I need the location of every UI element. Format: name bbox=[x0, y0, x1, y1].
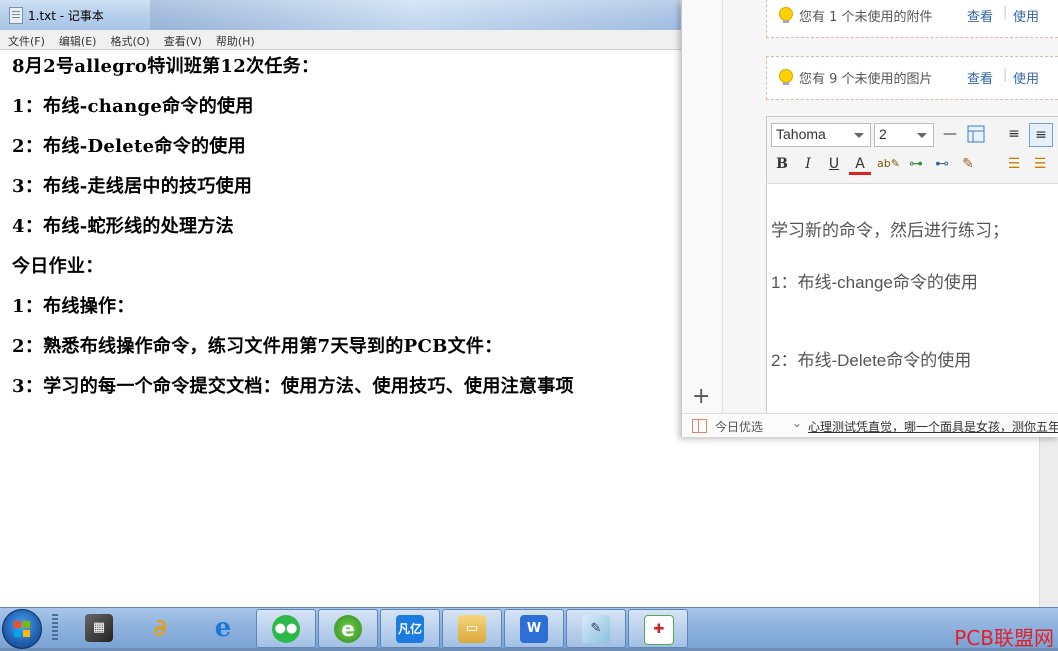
add-icon[interactable]: + bbox=[692, 386, 710, 408]
wps-app-icon: W bbox=[520, 615, 548, 643]
file-explorer-button[interactable]: ▭ bbox=[442, 609, 502, 648]
fanyi-app-button[interactable]: 凡亿 bbox=[380, 609, 440, 648]
notepad-icon bbox=[9, 7, 23, 24]
highlight-icon[interactable]: ab✎ bbox=[877, 153, 900, 175]
text-line: 3：学习的每一个命令提交文档：使用方法、使用技巧、使用注意事项 bbox=[12, 376, 574, 397]
wps-app-button[interactable]: W bbox=[504, 609, 564, 648]
folder-icon: ▭ bbox=[458, 615, 486, 643]
bold-icon[interactable]: B bbox=[771, 153, 793, 175]
text-line: 2：熟悉布线操作命令，练习文件用第7天导到的PCB文件： bbox=[12, 336, 503, 357]
wechat-icon: ●● bbox=[272, 615, 300, 643]
unlink-icon[interactable]: ⊷ bbox=[931, 153, 953, 175]
media-app-icon: ▦ bbox=[85, 614, 113, 642]
footer-label: 今日优选 bbox=[715, 420, 764, 434]
unused-images-notice: 您有 9 个未使用的图片 查看 | 使用 bbox=[766, 56, 1058, 100]
menu-help[interactable]: 帮助(H) bbox=[208, 31, 261, 49]
media-app-button[interactable]: ▦ bbox=[70, 609, 128, 646]
start-orb[interactable] bbox=[2, 609, 42, 649]
360-browser-icon: e bbox=[334, 615, 362, 643]
mail-compose-panel: 您有 1 个未使用的附件 查看 | 使用 您有 9 个未使用的图片 查看 | 使… bbox=[681, 0, 1058, 437]
title-bar-background bbox=[150, 0, 680, 30]
italic-icon[interactable]: I bbox=[797, 153, 819, 175]
fanyi-app-icon: 凡亿 bbox=[396, 615, 424, 643]
windows-logo-icon bbox=[14, 621, 30, 637]
chevron-down-icon[interactable]: ⌄ bbox=[792, 416, 802, 430]
gift-icon bbox=[692, 419, 707, 433]
editor-content[interactable]: 学习新的命令，然后进行练习； 1：布线-change命令的使用 2：布线-Del… bbox=[767, 184, 1058, 417]
notepad-app-icon: ✎ bbox=[582, 615, 610, 643]
left-gutter bbox=[682, 0, 723, 413]
menu-view[interactable]: 查看(V) bbox=[156, 31, 208, 49]
ie-browser-button[interactable]: e bbox=[194, 609, 252, 646]
qq-app-button[interactable]: ∂ bbox=[131, 609, 189, 646]
editor-toolbar: Tahoma 2 — ≡ ≡ B I U A ab✎ ⊶ ⊷ ✎ ☰ ☰ bbox=[767, 117, 1058, 184]
text-line: 1：布线操作： bbox=[12, 296, 135, 317]
view-images-link[interactable]: 查看 bbox=[967, 68, 993, 87]
editor-line: 学习新的命令，然后进行练习； bbox=[771, 221, 1009, 240]
rich-text-editor: Tahoma 2 — ≡ ≡ B I U A ab✎ ⊶ ⊷ ✎ ☰ ☰ 学习新… bbox=[766, 116, 1058, 418]
text-line: 3：布线-走线居中的技巧使用 bbox=[12, 176, 253, 197]
qq-app-icon: ∂ bbox=[153, 614, 167, 642]
menu-edit[interactable]: 编辑(E) bbox=[51, 31, 103, 49]
align-left-icon[interactable]: ≡ bbox=[1029, 123, 1053, 147]
attachments-message: 您有 1 个未使用的附件 bbox=[799, 10, 933, 25]
link-separator: | bbox=[1003, 67, 1008, 82]
view-attachments-link[interactable]: 查看 bbox=[967, 6, 993, 25]
menu-file[interactable]: 文件(F) bbox=[0, 31, 51, 49]
ie-browser-icon: e bbox=[214, 613, 232, 643]
360-browser-button[interactable]: e bbox=[318, 609, 378, 648]
editor-line: 1：布线-change命令的使用 bbox=[771, 273, 978, 292]
list2-icon[interactable]: ☰ bbox=[1029, 153, 1051, 175]
footer-ad-link[interactable]: 心理测试凭直觉，哪一个面具是女孩，测你五年 bbox=[808, 418, 1058, 435]
use-attachments-link[interactable]: 使用 bbox=[1013, 6, 1039, 25]
notepad-title: 1.txt - 记事本 bbox=[28, 9, 104, 23]
list-icon[interactable]: ☰ bbox=[1003, 153, 1025, 175]
clear-format-icon[interactable]: ✎ bbox=[957, 153, 979, 175]
font-size-select[interactable]: 2 bbox=[874, 123, 934, 147]
align-right-icon[interactable]: ≡ bbox=[1003, 123, 1025, 145]
underline-icon[interactable]: U bbox=[823, 153, 845, 175]
menu-format[interactable]: 格式(O) bbox=[102, 31, 155, 49]
mail-footer-bar: 今日优选 ⌄ 心理测试凭直觉，哪一个面具是女孩，测你五年 bbox=[682, 413, 1058, 437]
font-color-icon[interactable]: A bbox=[849, 153, 871, 175]
images-message: 您有 9 个未使用的图片 bbox=[799, 72, 933, 87]
taskbar-grip bbox=[52, 614, 58, 642]
taskbar: ▦ ∂ e ●● e 凡亿 ▭ W ✎ ✚ PCB联盟网 bbox=[0, 607, 1058, 650]
text-line: 4：布线-蛇形线的处理方法 bbox=[12, 216, 234, 237]
lightbulb-icon bbox=[779, 7, 793, 23]
pcb-app-icon: ✚ bbox=[644, 615, 674, 645]
font-family-select[interactable]: Tahoma bbox=[771, 123, 871, 147]
text-line: 今日作业： bbox=[12, 256, 104, 277]
hr-icon[interactable]: — bbox=[939, 123, 961, 145]
text-line: 8月2号allegro特训班第12次任务： bbox=[12, 56, 320, 77]
use-images-link[interactable]: 使用 bbox=[1013, 68, 1039, 87]
lightbulb-icon bbox=[779, 69, 793, 85]
table-icon[interactable] bbox=[965, 123, 987, 145]
editor-line: 2：布线-Delete命令的使用 bbox=[771, 351, 972, 370]
font-family-value: Tahoma bbox=[776, 126, 826, 142]
pcb-app-button[interactable]: ✚ bbox=[628, 609, 688, 648]
text-line: 1：布线-change命令的使用 bbox=[12, 96, 254, 117]
unused-attachments-notice: 您有 1 个未使用的附件 查看 | 使用 bbox=[766, 0, 1058, 38]
link-separator: | bbox=[1003, 5, 1008, 20]
font-size-value: 2 bbox=[879, 126, 887, 142]
link-icon[interactable]: ⊶ bbox=[905, 153, 927, 175]
text-line: 2：布线-Delete命令的使用 bbox=[12, 136, 246, 157]
notepad-app-button[interactable]: ✎ bbox=[566, 609, 626, 648]
wechat-button[interactable]: ●● bbox=[256, 609, 316, 648]
